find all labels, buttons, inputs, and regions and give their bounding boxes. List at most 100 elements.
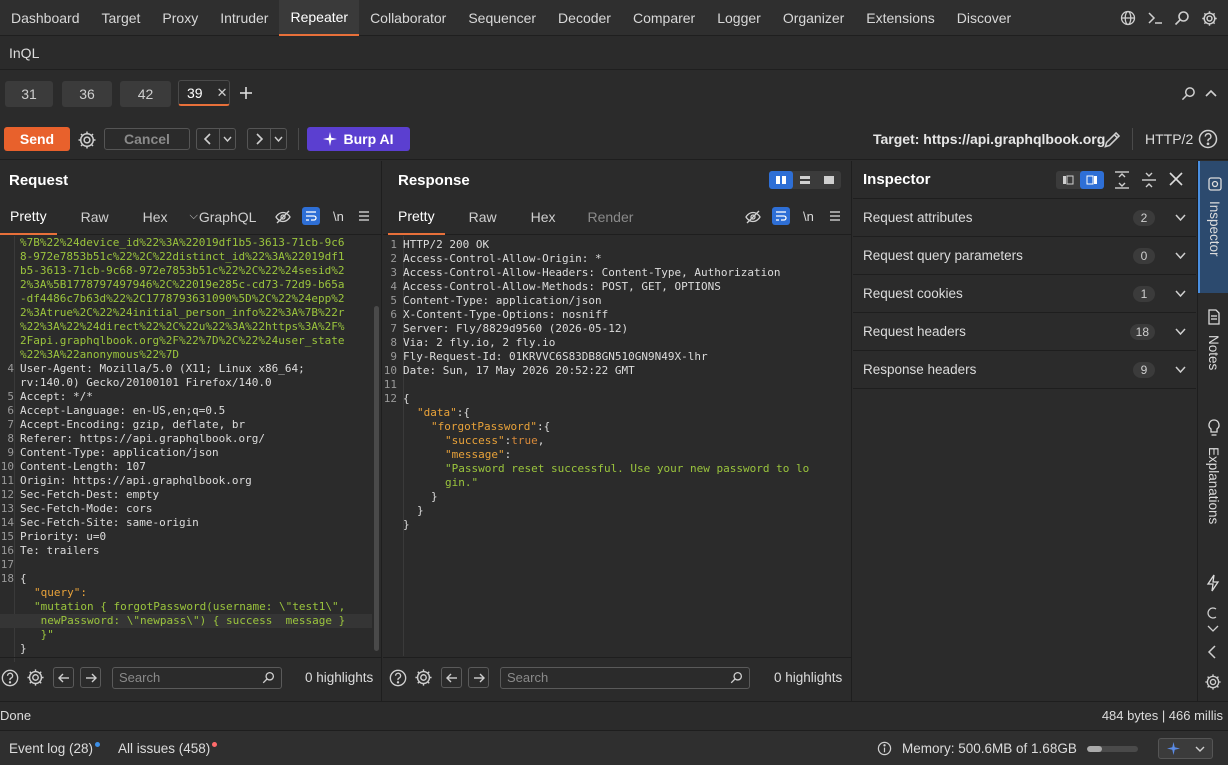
tab-pretty[interactable]: Pretty xyxy=(0,199,57,235)
inspector-section-request-cookies[interactable]: Request cookies 1 xyxy=(853,275,1196,313)
arrow-back-icon[interactable] xyxy=(197,129,219,149)
search-icon[interactable] xyxy=(1169,5,1195,31)
tab-discover[interactable]: Discover xyxy=(946,0,1022,36)
collapse-all-icon[interactable] xyxy=(1141,171,1157,189)
tab-decoder[interactable]: Decoder xyxy=(547,0,622,36)
tab-intruder[interactable]: Intruder xyxy=(209,0,279,36)
tab-hex[interactable]: Hex xyxy=(507,199,566,235)
line-number: 6 xyxy=(390,308,397,321)
tab-repeater[interactable]: Repeater xyxy=(279,0,360,36)
show-newlines-toggle[interactable]: \n xyxy=(333,209,344,224)
chevron-up-icon[interactable] xyxy=(1205,88,1217,98)
all-issues-label: All issues (458) xyxy=(118,741,211,756)
close-icon[interactable] xyxy=(1169,172,1183,186)
layout-top-bottom-icon[interactable] xyxy=(793,171,817,189)
edit-target-pencil-icon[interactable] xyxy=(1103,130,1122,149)
tab-sequencer[interactable]: Sequencer xyxy=(457,0,547,36)
help-icon[interactable] xyxy=(1198,129,1218,149)
help-icon[interactable] xyxy=(1,669,19,687)
tab-organizer[interactable]: Organizer xyxy=(772,0,855,36)
inspector-section-response-headers[interactable]: Response headers 9 xyxy=(853,351,1196,389)
code-text: b5-3613-71cb-9c68-972e7853b51c%22%2C%22%… xyxy=(20,264,345,277)
close-tab-icon[interactable]: ✕ xyxy=(217,85,228,101)
tab-target[interactable]: Target xyxy=(91,0,152,36)
send-settings-gear-icon[interactable] xyxy=(77,130,97,150)
inspector-section-request-query-parameters[interactable]: Request query parameters 0 xyxy=(853,237,1196,275)
event-log-link[interactable]: Event log (28) xyxy=(9,741,101,756)
ai-assistant-button[interactable] xyxy=(1158,738,1213,759)
next-match-arrow-icon[interactable] xyxy=(80,667,101,688)
globe-icon[interactable] xyxy=(1115,5,1141,31)
add-tab-icon[interactable] xyxy=(238,85,254,101)
cancel-button[interactable]: Cancel xyxy=(104,128,190,150)
tab-pretty[interactable]: Pretty xyxy=(388,199,445,235)
hide-eye-icon[interactable] xyxy=(275,209,291,225)
code-text: Accept-Language: en-US,en;q=0.5 xyxy=(20,404,226,417)
inspector-section-request-headers[interactable]: Request headers 18 xyxy=(853,313,1196,351)
word-wrap-toggle-icon[interactable] xyxy=(772,207,790,225)
menu-icon[interactable] xyxy=(358,210,370,222)
menu-icon[interactable] xyxy=(829,210,841,222)
history-forward-control[interactable] xyxy=(247,128,287,150)
chevron-down-icon xyxy=(1175,252,1186,259)
tab-collaborator[interactable]: Collaborator xyxy=(359,0,457,36)
repeater-tab-39[interactable]: 39 ✕ xyxy=(178,80,230,106)
code-text: Content-Type: application/json xyxy=(403,294,602,307)
settings-gear-icon[interactable] xyxy=(1196,5,1222,31)
tab-dashboard[interactable]: Dashboard xyxy=(0,0,91,36)
code-text: { xyxy=(403,392,410,405)
scrollbar[interactable] xyxy=(374,306,379,651)
settings-gear-icon[interactable] xyxy=(26,668,45,687)
next-match-arrow-icon[interactable] xyxy=(468,667,489,688)
tab-raw[interactable]: Raw xyxy=(57,199,119,235)
layout-tabs-icon[interactable] xyxy=(817,171,841,189)
tab-proxy[interactable]: Proxy xyxy=(151,0,209,36)
tab-inql[interactable]: InQL xyxy=(9,45,39,61)
tab-comparer[interactable]: Comparer xyxy=(622,0,706,36)
layout-side-by-side-icon[interactable] xyxy=(769,171,793,189)
tab-logger[interactable]: Logger xyxy=(706,0,772,36)
expand-all-icon[interactable] xyxy=(1114,171,1130,189)
repeater-tab-36[interactable]: 36 xyxy=(62,81,112,107)
chevron-down-icon[interactable] xyxy=(219,129,235,149)
sidebar-item-inspector[interactable]: Inspector xyxy=(1198,161,1228,293)
response-stats: 484 bytes | 466 millis xyxy=(1101,708,1223,723)
repeater-tab-31[interactable]: 31 xyxy=(5,81,53,107)
search-tabs-icon[interactable] xyxy=(1181,86,1196,101)
response-search-input[interactable]: Search xyxy=(500,666,750,689)
show-newlines-toggle[interactable]: \n xyxy=(803,209,814,224)
request-search-input[interactable]: Search xyxy=(112,666,282,689)
settings-gear-icon[interactable] xyxy=(414,668,433,687)
help-icon[interactable] xyxy=(389,669,407,687)
previous-match-arrow-icon[interactable] xyxy=(53,667,74,688)
history-back-control[interactable] xyxy=(196,128,236,150)
sidebar-item-notes[interactable]: Notes xyxy=(1198,309,1228,370)
settings-gear-icon[interactable] xyxy=(1204,673,1222,691)
hide-eye-icon[interactable] xyxy=(745,209,761,225)
all-issues-link[interactable]: All issues (458) xyxy=(118,741,218,756)
chevron-left-icon[interactable] xyxy=(1207,645,1217,659)
layout-left-icon[interactable] xyxy=(1056,171,1080,189)
arrow-forward-icon[interactable] xyxy=(248,129,270,149)
repeater-tab-42[interactable]: 42 xyxy=(120,81,171,107)
tab-hex[interactable]: Hex xyxy=(119,199,178,235)
inspector-section-request-attributes[interactable]: Request attributes 2 xyxy=(853,199,1196,237)
lightning-icon[interactable] xyxy=(1206,574,1220,592)
highlights-count: 0 highlights xyxy=(305,670,374,685)
send-button[interactable]: Send xyxy=(4,127,70,151)
tab-raw[interactable]: Raw xyxy=(445,199,507,235)
tab-extensions[interactable]: Extensions xyxy=(855,0,945,36)
sidebar-item-explanations[interactable]: Explanations xyxy=(1198,419,1228,524)
previous-match-arrow-icon[interactable] xyxy=(441,667,462,688)
layout-right-icon[interactable] xyxy=(1080,171,1104,189)
chevron-down-icon[interactable] xyxy=(270,129,286,149)
request-editor[interactable]: %7B%22%24device_id%22%3A%22019df1b5-3613… xyxy=(0,236,382,662)
tab-graphql[interactable]: ⌵ GraphQL xyxy=(178,199,261,235)
burp-ai-button[interactable]: Burp AI xyxy=(307,127,410,151)
collapse-panel-icon[interactable] xyxy=(1205,606,1221,636)
tab-render[interactable]: Render xyxy=(566,199,644,235)
http-version-label[interactable]: HTTP/2 xyxy=(1145,131,1193,147)
word-wrap-toggle-icon[interactable] xyxy=(302,207,320,225)
terminal-icon[interactable] xyxy=(1142,5,1168,31)
response-editor[interactable]: 1 HTTP/2 200 OK 2 Access-Control-Allow-Orig… xyxy=(383,236,852,656)
